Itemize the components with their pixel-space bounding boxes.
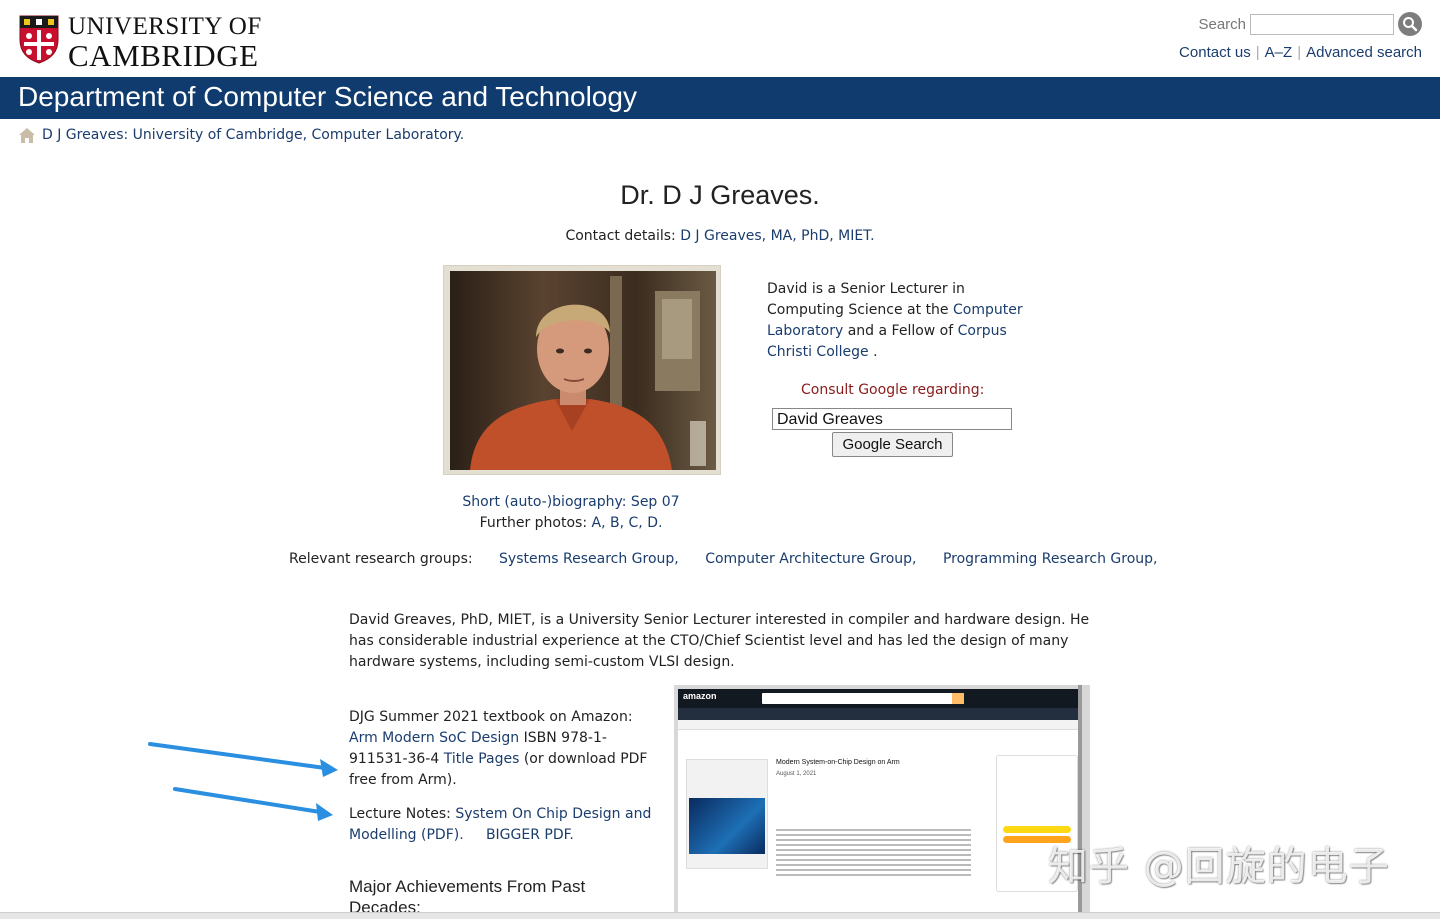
photo-link-c[interactable]: C, bbox=[629, 515, 643, 531]
intro-paragraph: David Greaves, PhD, MIET, is a Universit… bbox=[349, 612, 1090, 670]
textbook-paragraph: DJG Summer 2021 textbook on Amazon: Arm … bbox=[349, 709, 648, 788]
google-search-button[interactable]: Google Search bbox=[832, 432, 953, 457]
arrow-head-icon bbox=[320, 759, 338, 777]
contact-label: Contact details: bbox=[565, 228, 676, 244]
photo-link-b[interactable]: B, bbox=[610, 515, 624, 531]
portrait-photo bbox=[450, 271, 716, 470]
department-title[interactable]: Department of Computer Science and Techn… bbox=[18, 81, 637, 113]
consult-google-label: Consult Google regarding: bbox=[801, 382, 985, 398]
university-logo[interactable]: UNIVERSITY OF CAMBRIDGE bbox=[18, 14, 262, 71]
programming-research-group-link[interactable]: Programming Research Group, bbox=[943, 551, 1158, 567]
systems-research-group-link[interactable]: Systems Research Group, bbox=[499, 551, 679, 567]
book-cover-thumbnail bbox=[686, 759, 768, 869]
further-photos-line: Further photos: A, B, C, D. bbox=[479, 515, 663, 531]
google-query-input[interactable]: David Greaves bbox=[772, 408, 1012, 430]
contact-us-link[interactable]: Contact us bbox=[1179, 44, 1251, 61]
annotation-arrows bbox=[148, 742, 338, 821]
arrow-head-icon bbox=[316, 803, 333, 821]
search-icon bbox=[1403, 17, 1418, 32]
search-input[interactable] bbox=[1250, 13, 1394, 35]
site-header: UNIVERSITY OF CAMBRIDGE Search Contact u… bbox=[0, 0, 1440, 77]
photo-link-a[interactable]: A, bbox=[592, 515, 606, 531]
amazon-screenshot[interactable]: amazon Modern System-on-Chip Design on A… bbox=[674, 685, 1090, 918]
logo-line2: CAMBRIDGE bbox=[68, 38, 259, 73]
university-wordmark: UNIVERSITY OF CAMBRIDGE bbox=[68, 14, 262, 71]
contact-details: Contact details: D J Greaves, MA, PhD, M… bbox=[0, 228, 1440, 244]
cambridge-crest-icon bbox=[19, 15, 59, 64]
arm-modern-soc-design-link[interactable]: Arm Modern SoC Design bbox=[349, 730, 519, 746]
research-groups-label: Relevant research groups: bbox=[289, 551, 473, 567]
page-title: Dr. D J Greaves. bbox=[620, 180, 820, 210]
research-groups: Relevant research groups: Systems Resear… bbox=[289, 551, 1157, 567]
bigger-pdf-link[interactable]: BIGGER PDF. bbox=[486, 827, 574, 843]
bio-summary: David is a Senior Lecturer in Computing … bbox=[767, 281, 1023, 360]
amazon-logo: amazon bbox=[683, 691, 717, 701]
home-icon[interactable] bbox=[18, 126, 36, 144]
site-search: Search bbox=[1198, 12, 1422, 36]
short-biography-link[interactable]: Short (auto-)biography: Sep 07 bbox=[462, 494, 679, 510]
lecture-notes-paragraph: Lecture Notes: System On Chip Design and… bbox=[349, 806, 652, 843]
title-pages-link[interactable]: Title Pages bbox=[444, 751, 520, 767]
a-z-link[interactable]: A–Z bbox=[1265, 44, 1293, 61]
search-button[interactable] bbox=[1398, 12, 1422, 36]
advanced-search-link[interactable]: Advanced search bbox=[1306, 44, 1422, 61]
department-bar: Department of Computer Science and Techn… bbox=[0, 77, 1440, 119]
search-label: Search bbox=[1198, 15, 1246, 33]
zhihu-watermark: 知乎 @回旋的电子 bbox=[1048, 844, 1390, 890]
amazon-product-title: Modern System-on-Chip Design on Arm bbox=[776, 759, 900, 766]
breadcrumb: D J Greaves: University of Cambridge, Co… bbox=[18, 126, 464, 144]
contact-details-link[interactable]: D J Greaves, MA, PhD, MIET. bbox=[680, 228, 874, 244]
short-biography-line: Short (auto-)biography: Sep 07 bbox=[443, 492, 699, 513]
photo-link-d[interactable]: D. bbox=[647, 515, 662, 531]
computer-architecture-group-link[interactable]: Computer Architecture Group, bbox=[705, 551, 916, 567]
logo-line1: UNIVERSITY OF bbox=[68, 13, 262, 40]
breadcrumb-link[interactable]: D J Greaves: University of Cambridge, Co… bbox=[42, 127, 464, 143]
amazon-description-lines bbox=[776, 829, 971, 879]
utility-links: Contact us | A–Z | Advanced search bbox=[1179, 44, 1422, 61]
amazon-product-date: August 1, 2021 bbox=[776, 771, 817, 777]
portrait-frame bbox=[443, 265, 721, 475]
